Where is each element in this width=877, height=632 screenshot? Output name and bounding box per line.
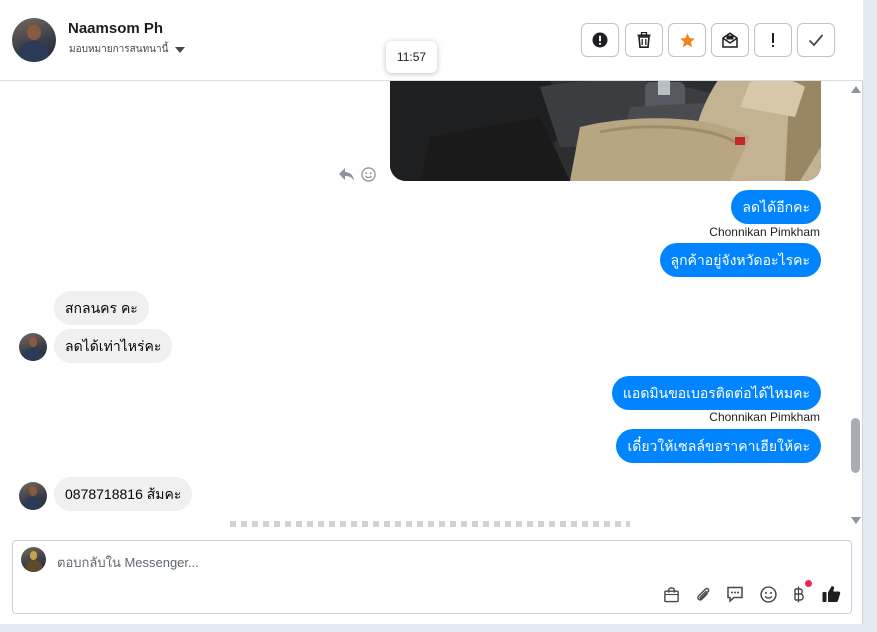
message-list[interactable]: ลดได้อีกคะ Chonnikan Pimkham ลูกค้าอยู่จ…	[0, 81, 848, 527]
notification-dot	[805, 580, 812, 587]
scroll-up-arrow[interactable]	[851, 86, 861, 93]
exclamation-icon	[772, 33, 774, 47]
outgoing-message[interactable]: ลดได้อีกคะ	[731, 190, 821, 224]
thumbs-up-icon[interactable]	[820, 583, 842, 605]
outgoing-message[interactable]: ลูกค้าอยู่จังหวัดอะไรคะ	[659, 243, 821, 277]
message-actions	[338, 167, 376, 182]
contact-avatar-small[interactable]	[19, 482, 47, 510]
outgoing-message[interactable]: แอดมินขอเบอรติดต่อได้ไหมคะ	[611, 376, 821, 410]
emoji-icon[interactable]	[757, 583, 779, 605]
follow-up-button[interactable]	[754, 23, 792, 57]
car-interior-image	[390, 81, 821, 181]
reply-icon[interactable]	[338, 167, 355, 182]
clipped-message-text	[230, 521, 630, 527]
star-button[interactable]	[668, 23, 706, 57]
car-interior-photo[interactable]	[390, 81, 821, 181]
emoji-reaction-icon[interactable]	[361, 167, 376, 182]
contact-avatar-small[interactable]	[19, 333, 47, 361]
incoming-message[interactable]: ลดได้เท่าไหร่คะ	[54, 329, 173, 363]
trash-icon	[637, 32, 651, 48]
reply-composer	[12, 540, 852, 614]
exclamation-circle-icon	[592, 32, 608, 48]
page-avatar	[21, 547, 46, 572]
shopping-bag-icon[interactable]	[660, 583, 682, 605]
mail-icon	[722, 32, 738, 48]
report-spam-button[interactable]	[581, 23, 619, 57]
sender-name: Chonnikan Pimkham	[709, 410, 820, 424]
check-icon	[808, 34, 824, 47]
incoming-message[interactable]: 0878718816 ส้มคะ	[54, 477, 193, 511]
paperclip-icon[interactable]	[692, 583, 714, 605]
reply-input[interactable]	[57, 551, 757, 573]
contact-avatar[interactable]	[12, 18, 56, 62]
assign-label: มอบหมายการสนทนานี้	[69, 44, 169, 55]
saved-reply-icon[interactable]	[724, 583, 746, 605]
assign-conversation-dropdown[interactable]: มอบหมายการสนทนานี้	[69, 42, 186, 57]
scroll-down-arrow[interactable]	[851, 517, 861, 524]
incoming-message[interactable]: สกลนคร คะ	[54, 291, 149, 325]
sender-name: Chonnikan Pimkham	[709, 225, 820, 239]
caret-down-icon	[175, 46, 186, 53]
timestamp-tooltip: 11:57	[386, 41, 437, 73]
conversation-panel: Naamsom Ph มอบหมายการสนทนานี้ ลดได้อีกคะ…	[0, 0, 863, 624]
contact-name[interactable]: Naamsom Ph	[68, 20, 163, 37]
mark-done-button[interactable]	[797, 23, 835, 57]
outgoing-message[interactable]: เดี๋ยวให้เซลล์ขอราคาเฮียให้คะ	[616, 429, 821, 463]
star-icon	[679, 32, 695, 47]
scrollbar-thumb[interactable]	[851, 418, 860, 473]
mark-unread-button[interactable]	[711, 23, 749, 57]
delete-button[interactable]	[625, 23, 663, 57]
